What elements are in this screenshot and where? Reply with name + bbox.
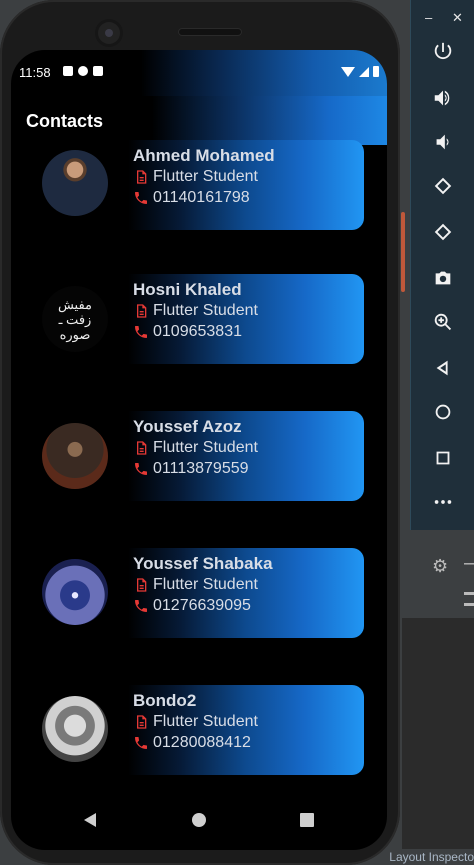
nav-home-icon[interactable] (192, 813, 206, 827)
screenshot-button[interactable] (411, 258, 474, 298)
back-button[interactable] (411, 348, 474, 388)
volume-down-button[interactable] (411, 122, 474, 162)
signal-icon (359, 66, 369, 77)
ide-toolbar: ⚙ – (402, 548, 474, 585)
power-button[interactable] (411, 32, 474, 72)
phone-side-button (401, 212, 405, 292)
home-circle-icon (435, 404, 451, 420)
contact-card[interactable]: Youssef Shabaka Flutter Student 01276639… (128, 548, 364, 638)
contact-name: Ahmed Mohamed (133, 146, 275, 165)
contact-role: Flutter Student (133, 713, 258, 731)
back-triangle-icon (436, 360, 448, 376)
gear-icon[interactable]: ⚙ (432, 556, 448, 577)
notification-sd-icon (93, 66, 103, 76)
notification-a-icon (63, 66, 73, 76)
nav-back-icon[interactable] (84, 813, 96, 827)
avatar-text: مفيش زفت ـ صوره (57, 296, 93, 342)
more-button[interactable] (411, 482, 474, 522)
rotate-left-icon (434, 177, 452, 195)
ide-row (402, 584, 474, 618)
contact-role: Flutter Student (133, 439, 258, 457)
page-title: Contacts (26, 111, 104, 131)
camera-icon (435, 271, 451, 285)
system-icons (341, 66, 379, 77)
volume-up-button[interactable] (411, 78, 474, 118)
overview-square-icon (436, 451, 450, 465)
menu-icon[interactable] (464, 592, 474, 606)
contact-phone-text: 01113879559 (153, 460, 249, 477)
wifi-icon (341, 66, 355, 77)
contact-card[interactable]: Ahmed Mohamed Flutter Student 0114016179… (128, 140, 364, 230)
emulator-toolbar: – ✕ (410, 0, 474, 530)
contact-card[interactable]: Hosni Khaled Flutter Student 0109653831 (128, 274, 364, 364)
zoom-in-icon (434, 313, 452, 331)
contact-name: Hosni Khaled (133, 280, 242, 299)
notification-icons (63, 66, 103, 76)
document-icon (133, 169, 149, 185)
avatar (42, 559, 108, 625)
document-icon (133, 440, 149, 456)
phone-icon (133, 190, 149, 206)
contact-phone-text: 01276639095 (153, 597, 251, 614)
appbar-gradient (152, 96, 387, 145)
overview-button[interactable] (411, 438, 474, 478)
phone-screen: 11:58 Contacts Ahmed Mohamed Flutter Stu… (11, 50, 387, 850)
contact-phone-text: 01140161798 (153, 189, 250, 206)
camera-lens-icon (98, 22, 120, 44)
phone-icon (133, 324, 149, 340)
home-button[interactable] (411, 392, 474, 432)
contact-phone-text: 0109653831 (153, 323, 242, 340)
contact-phone: 01140161798 (133, 189, 250, 207)
contact-phone: 0109653831 (133, 323, 242, 341)
contact-name: Youssef Shabaka (133, 554, 273, 573)
contact-role-text: Flutter Student (153, 439, 258, 456)
battery-icon (373, 66, 379, 77)
phone-icon (133, 735, 149, 751)
document-icon (133, 303, 149, 319)
contact-phone-text: 01280088412 (153, 734, 251, 751)
contact-role: Flutter Student (133, 576, 258, 594)
phone-icon (133, 598, 149, 614)
contact-role-text: Flutter Student (153, 576, 258, 593)
contact-name: Youssef Azoz (133, 417, 242, 436)
document-icon (133, 714, 149, 730)
contact-phone: 01276639095 (133, 597, 251, 615)
rotate-left-button[interactable] (411, 166, 474, 206)
volume-down-icon (436, 134, 449, 150)
contact-card[interactable]: Bondo2 Flutter Student 01280088412 (128, 685, 364, 775)
window-minimize-icon[interactable]: – (425, 10, 432, 25)
power-icon (434, 42, 452, 60)
notification-p-icon (78, 66, 88, 76)
avatar (42, 423, 108, 489)
contact-phone: 01280088412 (133, 734, 251, 752)
contact-phone: 01113879559 (133, 460, 249, 478)
zoom-button[interactable] (411, 302, 474, 342)
system-nav-bar (11, 790, 387, 850)
status-bar: 11:58 (11, 50, 387, 96)
volume-up-icon (434, 90, 450, 106)
rotate-right-button[interactable] (411, 212, 474, 252)
contact-name: Bondo2 (133, 691, 197, 710)
minimize-icon[interactable]: – (464, 552, 474, 575)
phone-icon (133, 461, 149, 477)
contact-role-text: Flutter Student (153, 302, 258, 319)
window-close-icon[interactable]: ✕ (452, 10, 463, 26)
phone-frame: 11:58 Contacts Ahmed Mohamed Flutter Stu… (0, 0, 400, 865)
more-dots-icon (434, 500, 452, 504)
nav-recents-icon[interactable] (300, 813, 314, 827)
status-time: 11:58 (19, 65, 51, 80)
avatar (42, 696, 108, 762)
document-icon (133, 577, 149, 593)
rotate-right-icon (434, 223, 452, 241)
avatar (42, 150, 108, 216)
contact-role-text: Flutter Student (153, 168, 258, 185)
avatar: مفيش زفت ـ صوره (42, 286, 108, 352)
contact-card[interactable]: Youssef Azoz Flutter Student 01113879559 (128, 411, 364, 501)
contact-role: Flutter Student (133, 302, 258, 320)
earpiece-speaker (178, 28, 242, 36)
contact-role: Flutter Student (133, 168, 258, 186)
contact-role-text: Flutter Student (153, 713, 258, 730)
layout-inspector-tab[interactable]: Layout Inspecto (389, 850, 474, 864)
